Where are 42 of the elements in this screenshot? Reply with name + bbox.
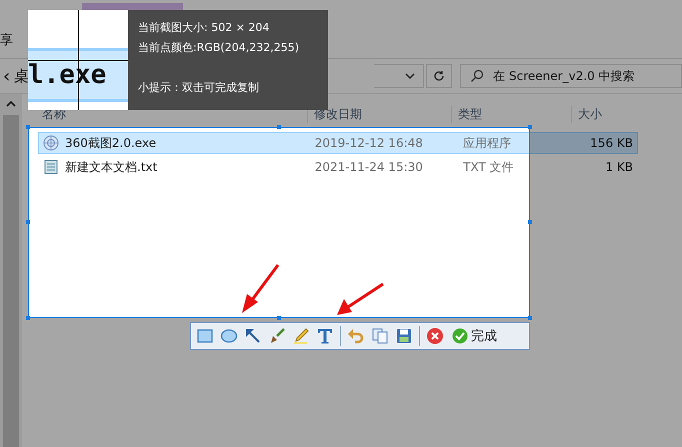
address-path: 桌	[14, 66, 30, 86]
pointer-arrow	[337, 282, 384, 315]
column-header[interactable]: 大小	[571, 106, 639, 122]
capture-size-text: 当前截图大小: 502 × 204	[138, 20, 270, 36]
file-type: TXT 文件	[462, 158, 515, 176]
file-size: 156 KB	[589, 136, 634, 150]
refresh-button[interactable]	[426, 64, 452, 88]
text-file-icon	[43, 159, 59, 175]
chevron-down-icon	[405, 73, 416, 79]
pixel-color-text: 当前点颜色:RGB(204,232,255)	[138, 40, 300, 56]
arrow-tool-icon[interactable]	[244, 327, 262, 345]
file-name: 新建文本文档.txt	[65, 158, 158, 176]
file-row[interactable]: 新建文本文档.txt 2021-11-24 15:30 TXT 文件 1 KB	[38, 156, 638, 178]
pencil-tool-icon[interactable]	[292, 327, 310, 345]
rectangle-tool-icon[interactable]	[196, 327, 214, 345]
text-tool-icon[interactable]	[316, 327, 334, 345]
undo-icon[interactable]	[347, 327, 365, 345]
capture-selection[interactable]	[28, 127, 530, 318]
scroll-up-icon[interactable]	[6, 100, 16, 107]
pointer-arrow	[242, 264, 280, 313]
ellipse-tool-icon[interactable]	[220, 327, 238, 345]
save-icon[interactable]	[395, 327, 413, 345]
search-field[interactable]: 在 Screener_v2.0 中搜索	[460, 64, 682, 88]
scrollbar-thumb[interactable]	[3, 115, 19, 447]
app-icon	[43, 135, 59, 151]
brush-tool-icon[interactable]	[268, 327, 286, 345]
done-button[interactable]: 完成	[452, 327, 497, 345]
file-date: 2019-12-12 16:48	[314, 136, 424, 150]
checkmark-icon	[452, 328, 468, 344]
refresh-icon	[433, 70, 446, 82]
search-icon	[470, 69, 484, 83]
file-name: 360截图2.0.exe	[65, 134, 156, 152]
ribbon-tab[interactable]: 享	[0, 31, 13, 49]
back-button[interactable]: ‹	[0, 66, 14, 86]
file-size: 1 KB	[604, 160, 634, 174]
column-header[interactable]: 类型	[451, 106, 571, 122]
file-date: 2021-11-24 15:30	[314, 160, 424, 174]
file-row[interactable]: 360截图2.0.exe 2019-12-12 16:48 应用程序 156 KB	[38, 132, 638, 154]
cancel-icon[interactable]	[426, 327, 444, 345]
hint-text: 小提示：双击可完成复制	[138, 80, 260, 96]
file-type: 应用程序	[462, 134, 512, 152]
copy-icon[interactable]	[371, 327, 389, 345]
